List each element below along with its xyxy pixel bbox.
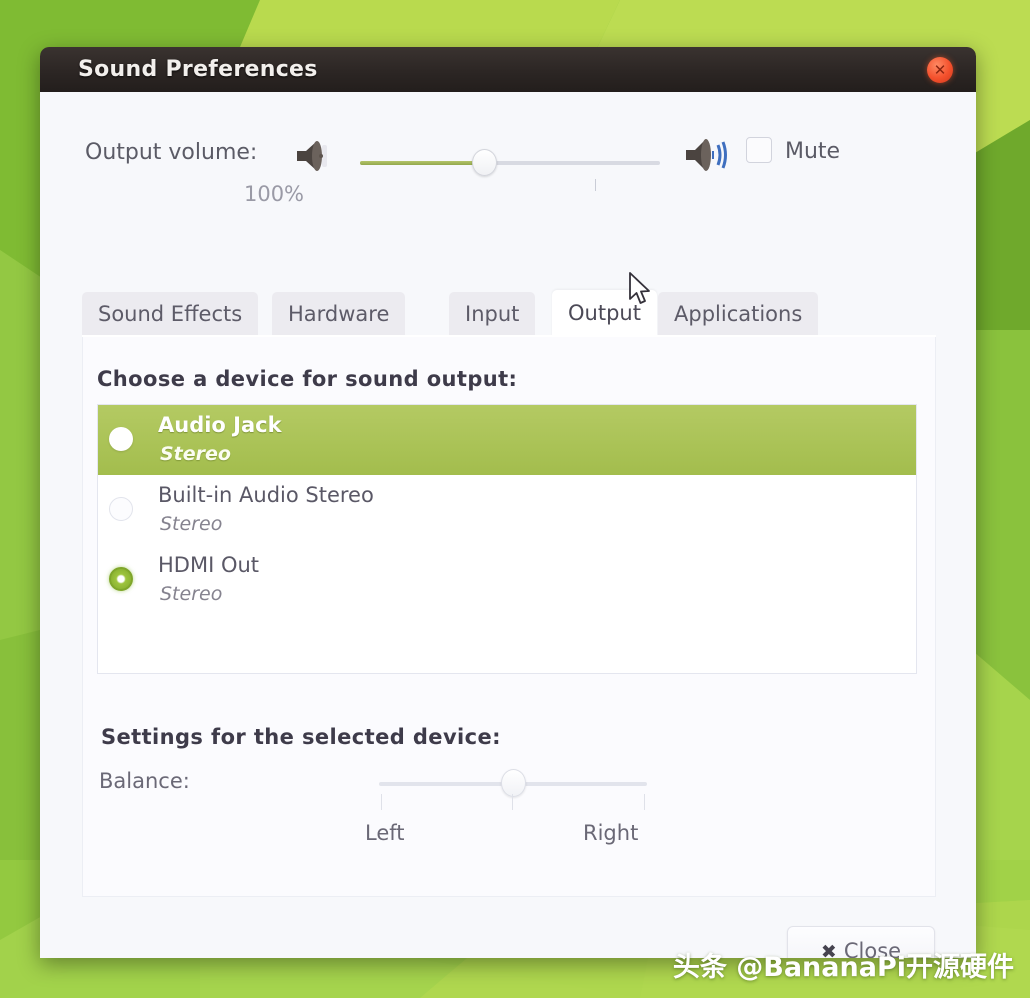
watermark-text: 头条 @BananaPi开源硬件 xyxy=(672,952,1014,983)
balance-tick-right xyxy=(644,794,645,810)
settings-for-device-label: Settings for the selected device: xyxy=(101,725,501,749)
volume-100-tick xyxy=(595,179,596,191)
tab-hardware[interactable]: Hardware xyxy=(272,292,406,337)
output-volume-row: Output volume: 100% Mute xyxy=(40,92,976,232)
output-tab-panel: Choose a device for sound output: Audio … xyxy=(82,337,936,897)
sound-preferences-window: Sound Preferences ✕ Output volume: 100% … xyxy=(40,47,976,958)
device-profile: Stereo xyxy=(160,443,231,465)
device-name: Built-in Audio Stereo xyxy=(158,483,374,507)
tab-applications[interactable]: Applications xyxy=(658,292,819,337)
volume-percent-label: 100% xyxy=(243,182,305,206)
balance-slider[interactable] xyxy=(379,769,647,810)
balance-tick-center xyxy=(512,794,513,810)
balance-right-label: Right xyxy=(583,821,639,845)
device-name: Audio Jack xyxy=(158,413,282,437)
device-profile: Stereo xyxy=(160,583,223,605)
device-name: HDMI Out xyxy=(158,553,260,577)
device-radio-audio-jack[interactable] xyxy=(109,427,133,451)
device-list[interactable]: Audio Jack Stereo Built-in Audio Stereo … xyxy=(97,404,917,674)
balance-tick-left xyxy=(381,794,382,810)
device-radio-built-in-audio[interactable] xyxy=(109,497,133,521)
output-volume-slider[interactable] xyxy=(360,149,660,191)
close-icon: ✕ xyxy=(933,61,947,79)
device-profile: Stereo xyxy=(160,513,223,535)
speaker-high-icon xyxy=(683,134,735,180)
output-volume-label: Output volume: xyxy=(85,140,258,165)
device-row-hdmi-out[interactable]: HDMI Out Stereo xyxy=(98,545,916,615)
choose-device-label: Choose a device for sound output: xyxy=(97,367,518,391)
tab-sound-effects[interactable]: Sound Effects xyxy=(82,292,259,337)
mute-checkbox[interactable] xyxy=(746,137,772,163)
tab-output[interactable]: Output xyxy=(552,290,657,337)
balance-label: Balance: xyxy=(99,769,190,793)
balance-slider-handle[interactable] xyxy=(501,769,526,797)
mute-label: Mute xyxy=(785,139,841,164)
window-titlebar[interactable]: Sound Preferences ✕ xyxy=(40,47,976,92)
speaker-low-icon xyxy=(293,136,341,180)
tab-bar: Sound Effects Hardware Input Output Appl… xyxy=(82,290,936,337)
volume-slider-handle[interactable] xyxy=(472,149,497,176)
volume-track-fill xyxy=(360,161,482,165)
device-row-built-in-audio[interactable]: Built-in Audio Stereo Stereo xyxy=(98,475,916,545)
window-body: Output volume: 100% Mute Sound Effects H… xyxy=(40,92,976,958)
tab-input[interactable]: Input xyxy=(449,292,536,337)
window-title: Sound Preferences xyxy=(78,57,318,82)
device-radio-hdmi-out[interactable] xyxy=(109,567,133,591)
device-row-audio-jack[interactable]: Audio Jack Stereo xyxy=(98,405,916,475)
close-window-button[interactable]: ✕ xyxy=(927,57,953,83)
balance-left-label: Left xyxy=(365,821,405,845)
